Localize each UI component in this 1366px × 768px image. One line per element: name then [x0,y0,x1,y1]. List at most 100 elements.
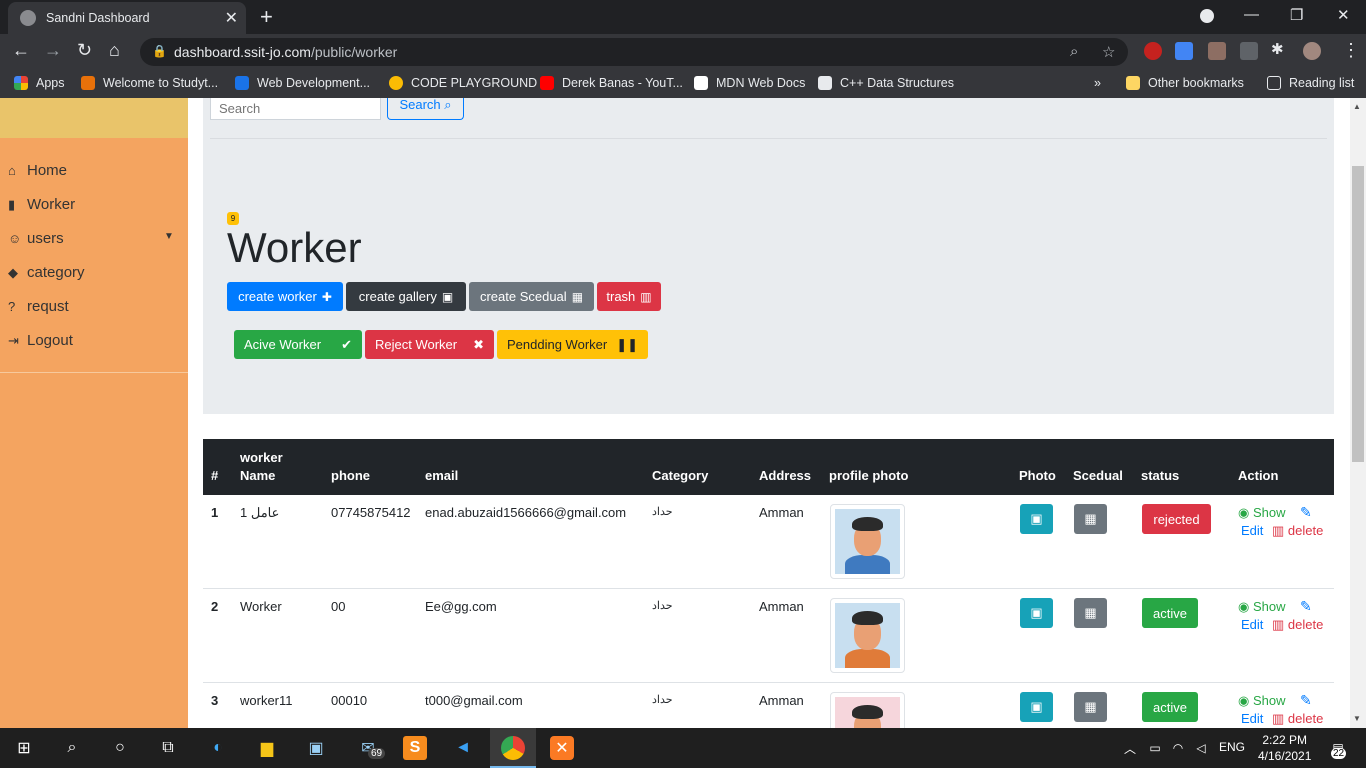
store-icon[interactable]: ▣ [304,736,328,760]
scedual-button[interactable]: ▦ [1074,504,1107,534]
status-badge[interactable]: active [1142,598,1198,628]
edge-icon[interactable]: ◐ [206,736,230,760]
trash-button[interactable]: trash ▥ [597,282,661,311]
edit-link[interactable]: Edit [1241,523,1263,538]
sidebar-item-home[interactable]: ⌂ Home [8,162,67,179]
sublime-text-icon[interactable]: S [403,736,427,760]
profile-menu-icon[interactable] [1200,9,1214,23]
bookmark-mdn[interactable]: MDN Web Docs [694,76,805,90]
chrome-icon[interactable] [501,736,525,760]
reading-list[interactable]: Reading list [1267,76,1354,90]
edit-icon[interactable]: ✎ [1300,598,1312,615]
tray-chevron-icon[interactable]: ︿ [1118,736,1142,760]
worker-phone: 07745875412 [331,505,411,520]
extensions-puzzle-icon[interactable]: ✱ [1271,40,1284,58]
pending-worker-button[interactable]: Pendding Worker ❚❚ [497,330,648,359]
extension-icon[interactable] [1208,42,1226,60]
bookmarks-overflow-button[interactable]: » [1094,76,1101,90]
scroll-thumb[interactable] [1352,166,1364,462]
scedual-button[interactable]: ▦ [1074,598,1107,628]
battery-icon[interactable]: ▭ [1143,736,1167,760]
edit-icon[interactable]: ✎ [1300,504,1312,521]
menu-icon[interactable]: ⋮ [1342,40,1360,61]
sidebar-item-requst[interactable]: ? requst [8,298,69,315]
close-window-button[interactable]: ✕ [1337,6,1350,24]
wifi-icon[interactable]: ◠ [1166,736,1190,760]
chevron-down-icon[interactable]: ▼ [164,231,174,242]
bookmark-code-playground[interactable]: CODE PLAYGROUND [389,76,537,90]
forward-button[interactable]: → [44,40,62,61]
edit-link[interactable]: Edit [1241,617,1263,632]
image-icon: ▣ [1030,699,1043,714]
search-button[interactable]: Search ⌕ [387,98,464,120]
vscode-icon[interactable]: ◄ [451,736,475,760]
photo-button[interactable]: ▣ [1020,692,1053,722]
bookmark-derek-banas[interactable]: Derek Banas - YouT... [540,76,683,90]
apps-grid-icon [14,76,28,90]
edit-icon[interactable]: ✎ [1300,692,1312,709]
profile-photo [830,504,905,579]
sidebar-item-category[interactable]: ◆ category [8,264,85,281]
reload-button[interactable]: ↻ [77,40,92,61]
extension-icon[interactable] [1144,42,1162,60]
scedual-button[interactable]: ▦ [1074,692,1107,722]
show-link[interactable]: ◉ Show [1238,599,1286,615]
show-link[interactable]: ◉ Show [1238,505,1286,521]
worker-phone: 00010 [331,693,368,708]
back-button[interactable]: ← [12,40,30,61]
avatar[interactable] [1303,42,1321,60]
xampp-icon[interactable]: ✕ [550,736,574,760]
task-view-icon[interactable]: ⧉ [156,736,180,760]
sidebar-item-users[interactable]: ☺ users [8,230,64,247]
create-gallery-button[interactable]: create gallery ▣ [346,282,466,311]
browser-tab[interactable]: Sandni Dashboard ✕ [8,2,246,34]
home-button[interactable]: ⌂ [109,40,120,61]
delete-link[interactable]: ▥ delete [1272,617,1323,633]
new-tab-button[interactable]: + [260,4,273,30]
status-badge[interactable]: active [1142,692,1198,722]
col-action: Action [1238,468,1279,483]
bookmark-web-development[interactable]: Web Development... [235,76,370,90]
bookmark-apps[interactable]: Apps [14,76,65,90]
zoom-icon[interactable]: ⌕ [1070,43,1078,60]
bookmark-star-icon[interactable]: ☆ [1102,43,1115,61]
minimize-button[interactable]: — [1244,6,1259,23]
cortana-icon[interactable]: ○ [108,736,132,760]
header-panel: Search ⌕ 9 Worker create worker✚ create … [203,98,1334,414]
edit-link[interactable]: Edit [1241,711,1263,726]
status-badge[interactable]: rejected [1142,504,1211,534]
create-scedual-button[interactable]: create Scedual ▦ [469,282,594,311]
other-bookmarks[interactable]: Other bookmarks [1126,76,1244,90]
show-link[interactable]: ◉ Show [1238,693,1286,709]
search-input[interactable] [210,98,381,120]
photo-button[interactable]: ▣ [1020,504,1053,534]
clock[interactable]: 2:22 PM 4/16/2021 [1258,732,1311,764]
file-explorer-icon[interactable]: ▆ [255,736,279,760]
users-icon: ☺ [8,231,22,246]
reject-worker-button[interactable]: Reject Worker ✖ [365,330,494,359]
extension-icon[interactable] [1240,42,1258,60]
worker-category: حداد [652,506,673,518]
windows-start-icon[interactable]: ⊞ [12,736,36,760]
language-indicator[interactable]: ENG [1219,740,1245,754]
volume-icon[interactable]: ◁ [1189,736,1213,760]
scroll-up-arrow-icon[interactable]: ▲ [1353,102,1361,111]
page-scrollbar[interactable]: ▲ ▼ [1350,98,1366,728]
bookmark-cpp-data-structures[interactable]: C++ Data Structures [818,76,954,90]
browser-tab-strip: Sandni Dashboard ✕ + — ❐ ✕ [0,0,1366,34]
translate-extension-icon[interactable] [1175,42,1193,60]
create-worker-button[interactable]: create worker ✚ [227,282,343,311]
search-icon[interactable]: ⌕ [60,736,84,760]
sidebar-item-logout[interactable]: ⇥ Logout [8,332,73,349]
scroll-down-arrow-icon[interactable]: ▼ [1353,714,1361,723]
sidebar-item-worker[interactable]: ▮ Worker [8,196,75,213]
close-tab-icon[interactable]: ✕ [225,8,238,28]
delete-link[interactable]: ▥ delete [1272,711,1323,727]
sidebar-divider [0,372,188,373]
bookmark-studytonight[interactable]: Welcome to Studyt... [81,76,218,90]
active-worker-button[interactable]: Acive Worker ✔ [234,330,362,359]
restore-button[interactable]: ❐ [1290,6,1303,24]
address-bar[interactable]: 🔒 dashboard.ssit-jo.com/public/worker ⌕ … [140,38,1128,66]
delete-link[interactable]: ▥ delete [1272,523,1323,539]
photo-button[interactable]: ▣ [1020,598,1053,628]
